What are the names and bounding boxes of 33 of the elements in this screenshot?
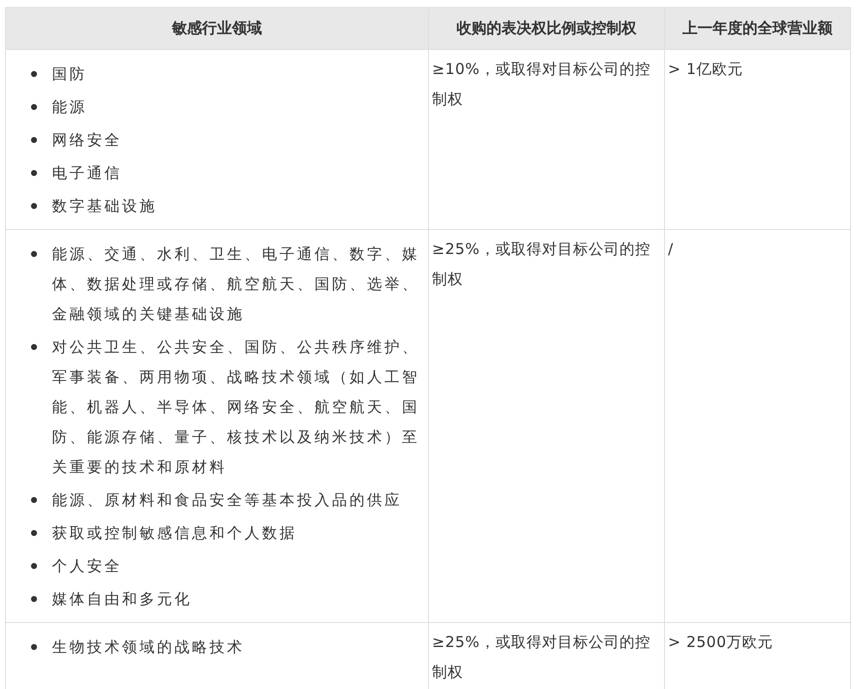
column-header: 上一年度的全球营业额 xyxy=(664,8,850,50)
bullet-icon xyxy=(31,644,37,650)
list-item: 生物技术领域的战略技术 xyxy=(52,637,244,658)
bullet-icon xyxy=(31,497,37,503)
bullet-icon xyxy=(31,203,37,209)
bullet-icon xyxy=(31,530,37,536)
bullet-icon xyxy=(31,251,37,257)
list-item: 能源、原材料和食品安全等基本投入品的供应 xyxy=(52,490,402,511)
list-item: 电子通信 xyxy=(52,163,122,184)
list-item: 能源、交通、水利、卫生、电子通信、数字、媒体、数据处理或存储、航空航天、国防、选举、金融领域的关键基础设施 xyxy=(52,244,420,325)
bullet-icon xyxy=(31,104,37,110)
table-cell: ≥10%，或取得对目标公司的控制权 xyxy=(432,60,650,108)
list-item: 国防 xyxy=(52,64,87,85)
table-cell: ≥25%，或取得对目标公司的控制权 xyxy=(432,633,650,681)
bullet-icon xyxy=(31,344,37,350)
bullet-icon xyxy=(31,170,37,176)
bullet-icon xyxy=(31,596,37,602)
list-item: 获取或控制敏感信息和个人数据 xyxy=(52,523,297,544)
bullet-icon xyxy=(31,563,37,569)
table-cell: ≥25%，或取得对目标公司的控制权 xyxy=(432,240,650,288)
bullet-icon xyxy=(31,71,37,77)
table-cell: > 1亿欧元 xyxy=(668,60,743,78)
table-cell: / xyxy=(668,240,674,258)
list-item: 对公共卫生、公共安全、国防、公共秩序维护、军事装备、两用物项、战略技术领域（如人工智能、机器人、半导体、网络安全、航空航天、国防、能源存储、量子、核技术以及纳米技术）至关重要的技术和原材料 xyxy=(52,337,420,478)
list-item: 媒体自由和多元化 xyxy=(52,589,192,610)
list-item: 个人安全 xyxy=(52,556,122,577)
column-header: 敏感行业领域 xyxy=(6,8,428,50)
column-header: 收购的表决权比例或控制权 xyxy=(428,8,664,50)
list-item: 能源 xyxy=(52,97,87,118)
table-cell: > 2500万欧元 xyxy=(668,633,774,651)
bullet-icon xyxy=(31,137,37,143)
list-item: 数字基础设施 xyxy=(52,196,157,217)
list-item: 网络安全 xyxy=(52,130,122,151)
